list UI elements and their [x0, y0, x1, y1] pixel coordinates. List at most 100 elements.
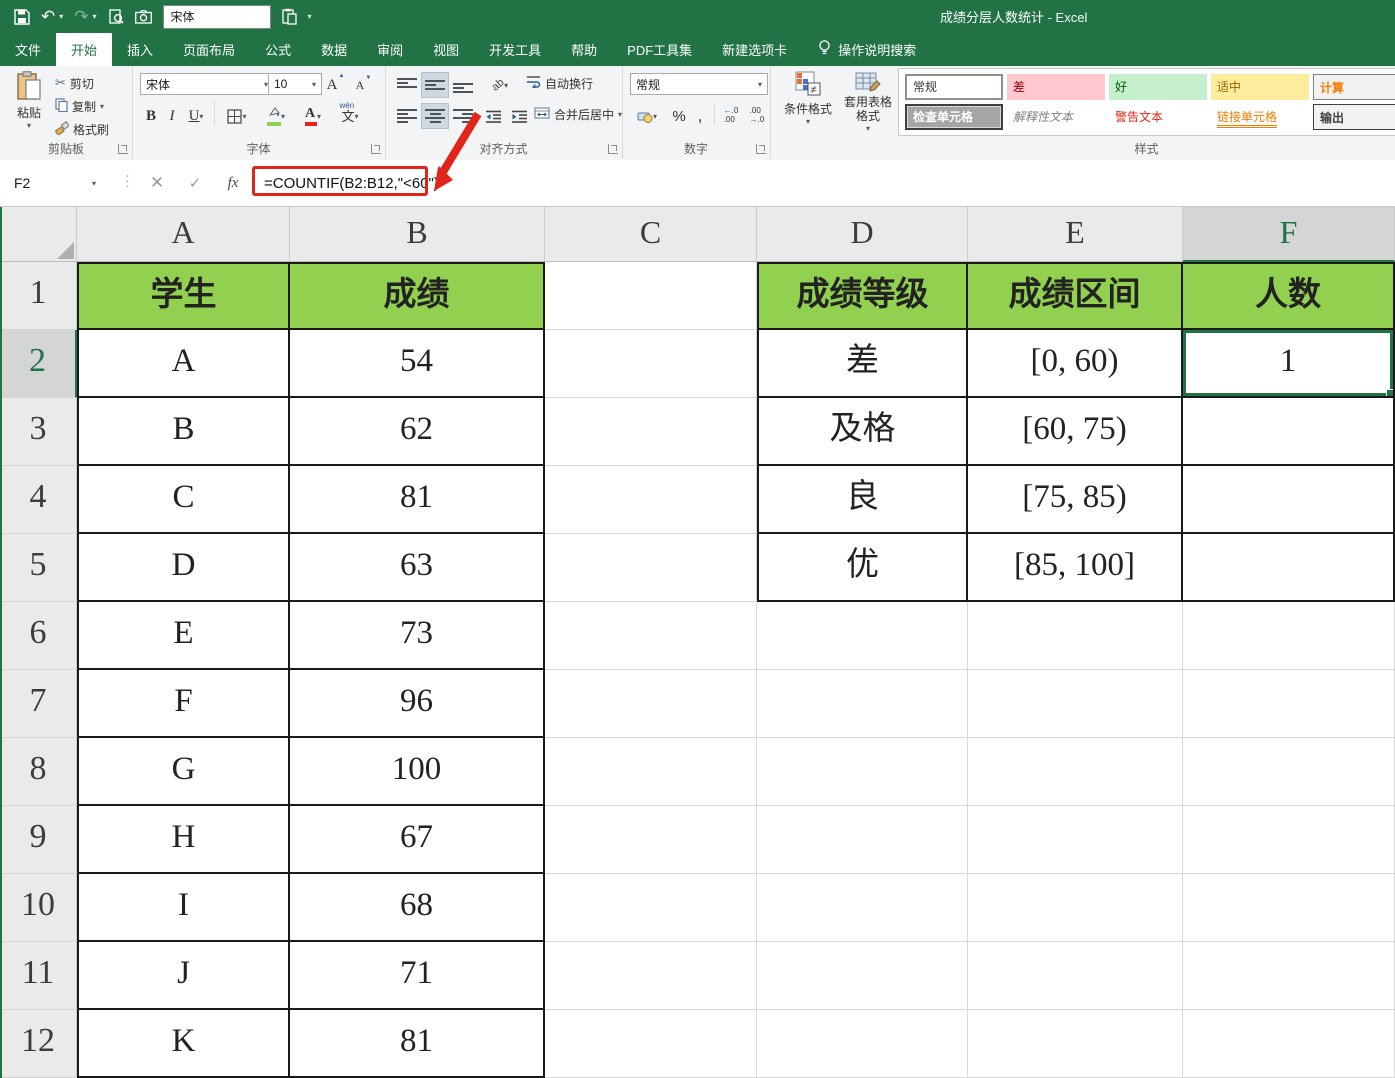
- row-header-7[interactable]: 7: [0, 670, 77, 738]
- row-header-4[interactable]: 4: [0, 466, 77, 534]
- align-right-button[interactable]: [449, 103, 477, 129]
- align-left-button[interactable]: [393, 103, 421, 129]
- cell-style-check[interactable]: 检查单元格: [905, 104, 1003, 130]
- fill-handle[interactable]: [1386, 389, 1394, 397]
- align-center-button[interactable]: [421, 103, 449, 129]
- cell-C5[interactable]: [545, 534, 757, 602]
- row-header-8[interactable]: 8: [0, 738, 77, 806]
- bold-button[interactable]: B: [140, 103, 162, 129]
- cell-D5[interactable]: 优: [757, 534, 968, 602]
- cell-A2[interactable]: A: [77, 330, 290, 398]
- decrease-indent-button[interactable]: [479, 103, 507, 129]
- cell-D2[interactable]: 差: [757, 330, 968, 398]
- cell-C11[interactable]: [545, 942, 757, 1010]
- cell-D1[interactable]: 成绩等级: [757, 262, 968, 330]
- cell-D10[interactable]: [757, 874, 968, 942]
- cell-style-calc[interactable]: 计算: [1313, 74, 1395, 100]
- accounting-format-button[interactable]: ▾: [630, 103, 664, 129]
- decrease-decimal-button[interactable]: .00→.0: [744, 103, 770, 129]
- undo-dropdown-icon[interactable]: ▾: [59, 12, 63, 21]
- column-header-B[interactable]: B: [290, 207, 545, 262]
- cell-B6[interactable]: 73: [290, 602, 545, 670]
- decrease-font-button[interactable]: A: [346, 72, 374, 98]
- increase-decimal-button[interactable]: ←.0.00: [718, 103, 744, 129]
- row-header-3[interactable]: 3: [0, 398, 77, 466]
- font-color-button[interactable]: A ▾: [296, 103, 330, 129]
- cell-F9[interactable]: [1183, 806, 1395, 874]
- percent-style-button[interactable]: %: [666, 103, 692, 129]
- row-header-11[interactable]: 11: [0, 942, 77, 1010]
- tell-me-search[interactable]: 操作说明搜索: [818, 33, 916, 66]
- cell-style-output[interactable]: 输出: [1313, 104, 1395, 130]
- clipboard-dialog-launcher[interactable]: [118, 144, 128, 154]
- tab-新建选项卡[interactable]: 新建选项卡: [707, 33, 802, 66]
- cell-F6[interactable]: [1183, 602, 1395, 670]
- cell-style-explain[interactable]: 解释性文本: [1007, 104, 1105, 130]
- tab-插入[interactable]: 插入: [112, 33, 168, 66]
- row-header-2[interactable]: 2: [0, 330, 77, 398]
- cell-C8[interactable]: [545, 738, 757, 806]
- alignment-dialog-launcher[interactable]: [608, 144, 618, 154]
- cell-B4[interactable]: 81: [290, 466, 545, 534]
- increase-indent-button[interactable]: [505, 103, 533, 129]
- column-header-C[interactable]: C: [545, 207, 757, 262]
- column-header-D[interactable]: D: [757, 207, 968, 262]
- cell-B12[interactable]: 81: [290, 1010, 545, 1078]
- font-dialog-launcher[interactable]: [371, 144, 381, 154]
- cell-D9[interactable]: [757, 806, 968, 874]
- cell-style-good[interactable]: 好: [1109, 74, 1207, 100]
- tab-页面布局[interactable]: 页面布局: [168, 33, 250, 66]
- cell-D12[interactable]: [757, 1010, 968, 1078]
- cell-B1[interactable]: 成绩: [290, 262, 545, 330]
- align-bottom-button[interactable]: [449, 72, 477, 98]
- fill-color-button[interactable]: ▾: [258, 103, 294, 129]
- redo-button[interactable]: ↷: [74, 6, 88, 28]
- cell-style-bad[interactable]: 差: [1007, 74, 1105, 100]
- cell-F8[interactable]: [1183, 738, 1395, 806]
- cell-B3[interactable]: 62: [290, 398, 545, 466]
- row-header-10[interactable]: 10: [0, 874, 77, 942]
- cell-style-neutral[interactable]: 适中: [1211, 74, 1309, 100]
- cell-A11[interactable]: J: [77, 942, 290, 1010]
- cell-B10[interactable]: 68: [290, 874, 545, 942]
- cell-F2[interactable]: 1: [1183, 330, 1395, 398]
- cell-A12[interactable]: K: [77, 1010, 290, 1078]
- comma-style-button[interactable]: ,: [690, 103, 710, 129]
- camera-icon[interactable]: [135, 6, 152, 28]
- cell-E4[interactable]: [75, 85): [968, 466, 1183, 534]
- redo-dropdown-icon[interactable]: ▾: [93, 12, 97, 21]
- cell-D8[interactable]: [757, 738, 968, 806]
- cell-E8[interactable]: [968, 738, 1183, 806]
- column-header-A[interactable]: A: [77, 207, 290, 262]
- tab-公式[interactable]: 公式: [250, 33, 306, 66]
- cell-C6[interactable]: [545, 602, 757, 670]
- number-dialog-launcher[interactable]: [756, 144, 766, 154]
- cell-E7[interactable]: [968, 670, 1183, 738]
- align-middle-button[interactable]: [421, 72, 449, 98]
- wrap-text-button[interactable]: 自动换行: [523, 72, 596, 94]
- align-top-button[interactable]: [393, 72, 421, 98]
- cell-style-link[interactable]: 链接单元格: [1211, 104, 1309, 130]
- row-header-12[interactable]: 12: [0, 1010, 77, 1078]
- tab-开发工具[interactable]: 开发工具: [474, 33, 556, 66]
- cancel-button[interactable]: ✕: [140, 160, 174, 206]
- row-header-1[interactable]: 1: [0, 262, 77, 330]
- tab-审阅[interactable]: 审阅: [362, 33, 418, 66]
- cell-D4[interactable]: 良: [757, 466, 968, 534]
- number-format-combo[interactable]: 常规▾: [630, 73, 768, 95]
- paste-button[interactable]: 粘贴 ▾: [8, 71, 50, 130]
- tab-PDF工具集[interactable]: PDF工具集: [612, 33, 707, 66]
- enter-button[interactable]: ✓: [178, 160, 212, 206]
- cell-F4[interactable]: [1183, 466, 1395, 534]
- undo-button[interactable]: ↶: [41, 6, 55, 28]
- cell-E1[interactable]: 成绩区间: [968, 262, 1183, 330]
- cell-A6[interactable]: E: [77, 602, 290, 670]
- cell-D3[interactable]: 及格: [757, 398, 968, 466]
- orientation-button[interactable]: ab▾: [483, 72, 517, 98]
- cell-A7[interactable]: F: [77, 670, 290, 738]
- font-size-combo[interactable]: 10▾: [268, 73, 322, 95]
- qat-customize-icon[interactable]: ▾: [308, 12, 312, 21]
- cell-B2[interactable]: 54: [290, 330, 545, 398]
- cell-E11[interactable]: [968, 942, 1183, 1010]
- column-header-E[interactable]: E: [968, 207, 1183, 262]
